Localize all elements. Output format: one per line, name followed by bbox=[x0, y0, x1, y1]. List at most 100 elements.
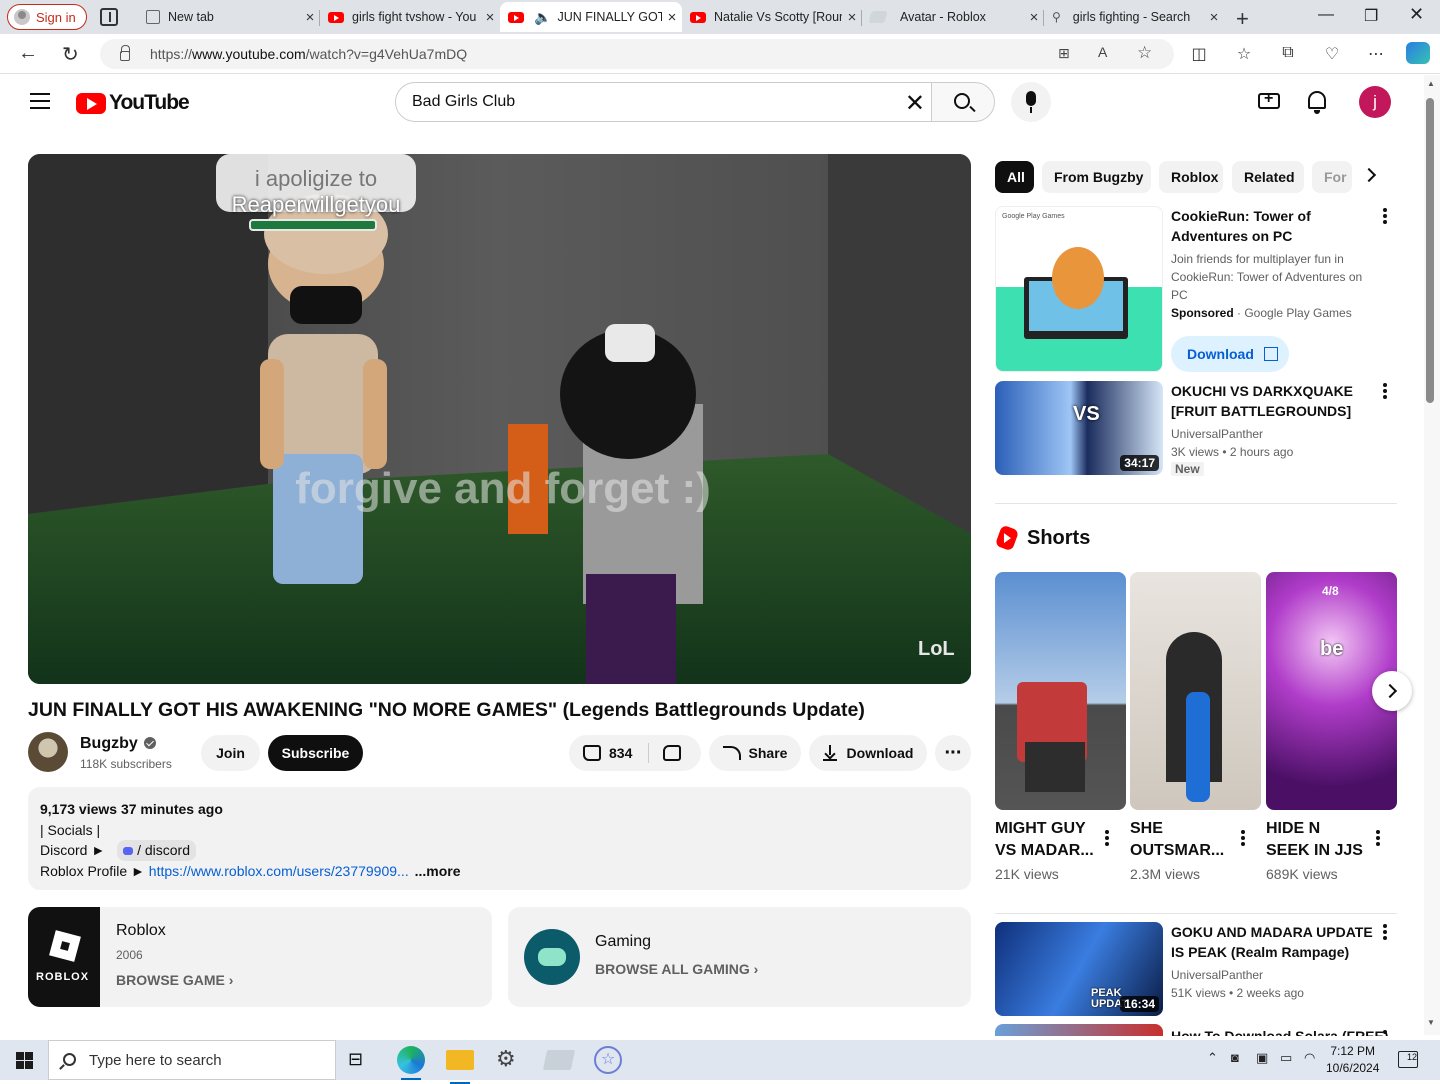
share-button[interactable]: Share bbox=[709, 735, 801, 771]
chip-roblox[interactable]: Roblox bbox=[1159, 161, 1223, 193]
chip-from-bugzby[interactable]: From Bugzby bbox=[1042, 161, 1151, 193]
roblox-profile-link[interactable]: https://www.roblox.com/users/23779909... bbox=[149, 863, 409, 879]
favorites-icon[interactable]: ☆ bbox=[1233, 44, 1255, 64]
more-actions-button[interactable]: ··· bbox=[935, 735, 971, 771]
browse-game-link[interactable]: BROWSE GAME › bbox=[116, 972, 233, 988]
back-arrow-icon[interactable]: ← bbox=[18, 42, 38, 65]
channel-name[interactable]: UniversalPanther bbox=[1171, 966, 1263, 984]
file-explorer-icon[interactable] bbox=[446, 1050, 474, 1084]
scrollbar-thumb[interactable] bbox=[1426, 98, 1434, 403]
tab-natalie-vs-scotty[interactable]: Natalie Vs Scotty [Rour × bbox=[682, 2, 862, 32]
show-hidden-icons-icon[interactable]: ⌃ bbox=[1207, 1050, 1218, 1066]
search-input[interactable]: Bad Girls Club ✕ bbox=[395, 82, 932, 122]
video-menu-icon[interactable] bbox=[1383, 924, 1387, 940]
tab-avatar-roblox[interactable]: Avatar - Roblox × bbox=[862, 2, 1044, 32]
short-title[interactable]: HIDE N SEEK IN JJS ... bbox=[1266, 818, 1366, 862]
short-menu-icon[interactable] bbox=[1105, 830, 1109, 846]
chip-related[interactable]: Related bbox=[1232, 161, 1304, 193]
youtube-logo[interactable]: YouTube bbox=[76, 91, 190, 115]
address-bar[interactable]: https://www.youtube.com/watch?v=g4VehUa7… bbox=[100, 39, 1174, 69]
tab-close-icon[interactable]: × bbox=[300, 9, 320, 26]
video-player[interactable]: i apoligize to Reaperwillgetyou forgive … bbox=[28, 154, 971, 684]
ad-menu-icon[interactable] bbox=[1383, 208, 1387, 224]
channel-avatar[interactable] bbox=[28, 732, 68, 772]
browse-all-gaming-link[interactable]: BROWSE ALL GAMING › bbox=[595, 961, 758, 977]
channel-name[interactable]: UniversalPanther bbox=[1171, 425, 1263, 443]
join-button[interactable]: Join bbox=[201, 735, 260, 771]
dislike-button[interactable] bbox=[663, 745, 681, 764]
lock-icon[interactable] bbox=[120, 45, 130, 61]
edge-browser-icon[interactable] bbox=[397, 1046, 425, 1080]
tab-jun-finally-got[interactable]: 🔈 JUN FINALLY GOT × bbox=[500, 2, 682, 32]
favorite-star-icon[interactable]: ☆ bbox=[1137, 43, 1152, 63]
new-tab-button[interactable]: + bbox=[1236, 6, 1249, 32]
roblox-app-icon[interactable] bbox=[542, 1050, 576, 1070]
tab-girls-fighting-search[interactable]: ⚲ girls fighting - Search × bbox=[1044, 2, 1224, 32]
chip-for[interactable]: For bbox=[1312, 161, 1352, 193]
topic-card-gaming[interactable]: Gaming BROWSE ALL GAMING › bbox=[508, 907, 971, 1007]
video-thumbnail[interactable] bbox=[995, 1024, 1163, 1036]
show-more-button[interactable]: ...more bbox=[415, 863, 461, 879]
account-avatar[interactable]: j bbox=[1359, 86, 1391, 118]
game-card-roblox[interactable]: ROBLOX Roblox 2006 BROWSE GAME › bbox=[28, 907, 492, 1007]
short-title[interactable]: SHE OUTSMAR... bbox=[1130, 818, 1230, 862]
close-window-icon[interactable]: ✕ bbox=[1409, 4, 1424, 25]
browser-essentials-icon[interactable]: ♡ bbox=[1321, 44, 1343, 64]
wifi-icon[interactable]: ◠ bbox=[1304, 1050, 1315, 1066]
defender-icon[interactable]: ▣ bbox=[1256, 1050, 1268, 1066]
video-thumbnail[interactable]: VS 34:17 bbox=[995, 381, 1163, 475]
like-button[interactable]: 834 bbox=[583, 745, 632, 761]
restore-icon[interactable]: ❐ bbox=[1364, 6, 1378, 26]
star-app-icon[interactable]: ☆ bbox=[594, 1046, 622, 1074]
short-menu-icon[interactable] bbox=[1376, 830, 1380, 846]
ad-thumbnail[interactable]: Google Play Games bbox=[995, 206, 1163, 372]
chips-next-chevron-icon[interactable] bbox=[1361, 167, 1377, 183]
url-text[interactable]: https://www.youtube.com/watch?v=g4VehUa7… bbox=[150, 46, 467, 62]
tab-new-tab[interactable]: New tab × bbox=[138, 2, 320, 32]
settings-gear-icon[interactable]: ⚙ bbox=[496, 1046, 524, 1074]
split-screen-icon[interactable]: ◫ bbox=[1188, 44, 1210, 64]
download-button[interactable]: Download bbox=[809, 735, 927, 771]
recommended-video[interactable]: PEAK UPDAT 16:34 GOKU AND MADARA UPDATE … bbox=[995, 922, 1395, 1018]
notification-center-icon[interactable]: 12 bbox=[1398, 1051, 1418, 1068]
ad-download-button[interactable]: Download bbox=[1171, 336, 1289, 372]
profile-button[interactable]: Sign in bbox=[7, 4, 87, 30]
app-available-icon[interactable]: ⊞ bbox=[1058, 45, 1070, 62]
refresh-icon[interactable]: ↻ bbox=[62, 42, 79, 67]
menu-icon[interactable] bbox=[30, 93, 50, 109]
tab-close-icon[interactable]: × bbox=[480, 9, 500, 26]
settings-more-icon[interactable]: ⋯ bbox=[1365, 44, 1387, 64]
clear-search-icon[interactable]: ✕ bbox=[905, 89, 925, 118]
system-clock[interactable]: 7:12 PM 10/6/2024 bbox=[1326, 1043, 1379, 1077]
short-thumbnail[interactable] bbox=[1130, 572, 1261, 810]
battery-icon[interactable]: ▭ bbox=[1280, 1050, 1292, 1066]
tab-close-icon[interactable]: × bbox=[1024, 9, 1044, 26]
scroll-up-icon[interactable]: ▲ bbox=[1427, 79, 1435, 88]
discord-link-chip[interactable]: / discord bbox=[117, 840, 197, 861]
tab-close-icon[interactable]: × bbox=[842, 9, 862, 26]
task-view-icon[interactable]: ⊟ bbox=[348, 1049, 376, 1077]
short-title[interactable]: MIGHT GUY VS MADAR... bbox=[995, 818, 1095, 862]
short-thumbnail[interactable] bbox=[995, 572, 1126, 810]
minimize-icon[interactable]: — bbox=[1318, 6, 1334, 24]
chip-all[interactable]: All bbox=[995, 161, 1034, 193]
tab-actions-icon[interactable] bbox=[100, 8, 118, 26]
voice-search-button[interactable] bbox=[1011, 82, 1051, 122]
tab-close-icon[interactable]: × bbox=[1204, 9, 1224, 26]
speaker-icon[interactable]: 🔈 bbox=[534, 9, 551, 26]
recommended-video[interactable]: VS 34:17 OKUCHI VS DARKXQUAKE [FRUIT BAT… bbox=[995, 381, 1395, 477]
video-thumbnail[interactable]: PEAK UPDAT 16:34 bbox=[995, 922, 1163, 1016]
taskbar-search-input[interactable]: Type here to search bbox=[48, 1040, 336, 1080]
recommended-video[interactable]: How To Download Solara (FREE) bbox=[995, 1024, 1395, 1036]
read-aloud-icon[interactable]: A bbox=[1098, 44, 1107, 60]
copilot-icon[interactable] bbox=[1406, 42, 1430, 64]
scroll-down-icon[interactable]: ▼ bbox=[1427, 1018, 1435, 1027]
collections-icon[interactable]: ⧉ bbox=[1277, 44, 1299, 62]
search-button[interactable] bbox=[931, 82, 995, 122]
short-menu-icon[interactable] bbox=[1241, 830, 1245, 846]
tab-girls-fight-tvshow[interactable]: girls fight tvshow - You × bbox=[320, 2, 500, 32]
windows-start-icon[interactable] bbox=[16, 1052, 33, 1069]
video-description[interactable]: 9,173 views 37 minutes ago | Socials | D… bbox=[28, 787, 971, 890]
tab-close-icon[interactable]: × bbox=[662, 9, 682, 26]
notifications-bell-icon[interactable] bbox=[1308, 91, 1326, 114]
